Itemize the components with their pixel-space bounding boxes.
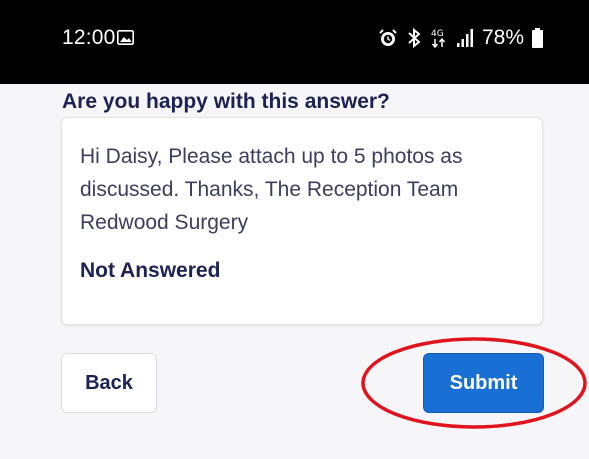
answer-review-page: Are you happy with this answer? Hi Daisy… (0, 84, 589, 459)
alarm-icon (379, 29, 397, 46)
status-icons: 4G 78% (378, 25, 543, 51)
bluetooth-icon (408, 27, 421, 49)
svg-text:4G: 4G (431, 29, 444, 39)
answer-card: Hi Daisy, Please attach up to 5 photos a… (61, 117, 543, 325)
back-button[interactable]: Back (61, 353, 157, 413)
submit-button[interactable]: Submit (423, 353, 544, 413)
signal-icon (456, 29, 473, 47)
battery-percent: 78% (481, 26, 524, 49)
image-icon (117, 30, 134, 45)
status-bar: 12:00 4G 78% (0, 0, 589, 84)
network-4g-icon: 4G (431, 29, 446, 49)
answer-message: Hi Daisy, Please attach up to 5 photos a… (80, 145, 463, 234)
battery-icon (532, 28, 543, 48)
answer-status: Not Answered (80, 259, 221, 282)
status-time: 12:00 (62, 26, 116, 49)
question-heading: Are you happy with this answer? (62, 90, 390, 113)
